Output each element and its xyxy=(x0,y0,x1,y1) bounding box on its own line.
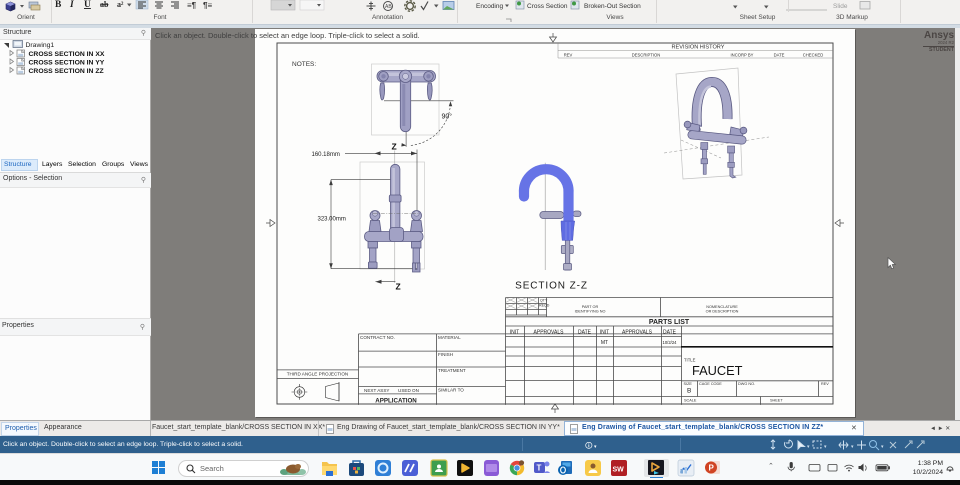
svg-text:INIT: INIT xyxy=(600,330,609,336)
svg-text:SIZE: SIZE xyxy=(684,382,693,386)
svg-text:10/2/24: 10/2/24 xyxy=(663,340,678,345)
svg-text:CROSS SECTION IN YY: CROSS SECTION IN YY xyxy=(29,60,105,67)
svg-text:MATERIAL: MATERIAL xyxy=(438,335,461,340)
svg-text:THIRD ANGLE PROJECTION: THIRD ANGLE PROJECTION xyxy=(287,372,349,377)
svg-text:≡¶: ≡¶ xyxy=(187,1,197,10)
svg-text:CHECKED: CHECKED xyxy=(803,53,823,58)
svg-text:NOTES:: NOTES: xyxy=(292,61,316,68)
svg-text:APPROVALS: APPROVALS xyxy=(622,330,653,336)
svg-text:CONTRACT NO.: CONTRACT NO. xyxy=(360,335,395,340)
svg-text:DESCRIPTION: DESCRIPTION xyxy=(632,53,661,58)
svg-text:QTY: QTY xyxy=(540,299,548,303)
svg-text:323.00mm: 323.00mm xyxy=(318,217,346,223)
svg-text:NEXT ASSY: NEXT ASSY xyxy=(364,388,389,393)
svg-text:PARTS LIST: PARTS LIST xyxy=(649,319,690,326)
svg-text:▾: ▾ xyxy=(851,444,854,450)
svg-text:DATE: DATE xyxy=(578,330,592,336)
svg-text:NOMENCLATURE: NOMENCLATURE xyxy=(706,305,738,309)
svg-text:DWG NO.: DWG NO. xyxy=(738,382,755,386)
svg-text:SHEET: SHEET xyxy=(770,399,783,403)
svg-text:APPLICATION: APPLICATION xyxy=(375,398,417,405)
svg-text:I: I xyxy=(69,0,74,10)
svg-text:T: T xyxy=(537,464,542,473)
svg-text:SW: SW xyxy=(613,467,625,474)
svg-text:APPROVALS: APPROVALS xyxy=(534,330,565,336)
svg-text:▾: ▾ xyxy=(824,444,827,450)
svg-text:DATE: DATE xyxy=(774,53,785,58)
svg-text:TITLE: TITLE xyxy=(684,358,696,363)
svg-text:ab: ab xyxy=(100,0,109,9)
svg-text:MT: MT xyxy=(601,340,608,346)
svg-text:Broken-Out Section: Broken-Out Section xyxy=(584,3,641,10)
svg-text:CROSS SECTION IN ZZ: CROSS SECTION IN ZZ xyxy=(29,68,104,75)
svg-text:P: P xyxy=(709,464,715,473)
svg-text:PART OR: PART OR xyxy=(582,305,599,309)
svg-text:IDENTIFYING NO: IDENTIFYING NO xyxy=(575,310,606,314)
svg-text:INIT: INIT xyxy=(510,330,519,336)
svg-text:SCALE: SCALE xyxy=(684,399,697,403)
svg-text:SIMILAR TO: SIMILAR TO xyxy=(438,388,464,393)
svg-text:▾: ▾ xyxy=(807,444,810,450)
svg-text:▾: ▾ xyxy=(881,444,884,450)
svg-text:90°: 90° xyxy=(442,113,453,121)
svg-text:U: U xyxy=(84,0,91,10)
svg-text:¶≡: ¶≡ xyxy=(203,1,212,10)
svg-text:CAGE CODE: CAGE CODE xyxy=(699,382,722,386)
svg-text:B: B xyxy=(687,388,691,395)
svg-text:INCORP BY: INCORP BY xyxy=(731,53,754,58)
svg-text:USED ON: USED ON xyxy=(398,388,419,393)
svg-text:AB: AB xyxy=(385,4,392,10)
svg-text:B: B xyxy=(55,0,62,10)
svg-text:Encoding: Encoding xyxy=(476,3,503,10)
svg-text:SECTION Z-Z: SECTION Z-Z xyxy=(515,281,588,292)
svg-text:OR DESCRIPTION: OR DESCRIPTION xyxy=(706,310,739,314)
svg-text:REQD: REQD xyxy=(539,304,550,308)
svg-text:160.18mm: 160.18mm xyxy=(312,152,340,158)
svg-text:TREATMENT: TREATMENT xyxy=(438,368,466,373)
svg-text:Z: Z xyxy=(392,142,397,152)
svg-text:CROSS SECTION IN XX: CROSS SECTION IN XX xyxy=(29,51,105,58)
svg-text:DATE: DATE xyxy=(663,330,677,336)
svg-text:REVISION HISTORY: REVISION HISTORY xyxy=(672,45,725,51)
svg-text:Drawing1: Drawing1 xyxy=(26,42,55,49)
svg-text:Z: Z xyxy=(396,282,401,292)
svg-text:Slide: Slide xyxy=(833,3,848,10)
svg-text:FINISH: FINISH xyxy=(438,352,453,357)
svg-text:REV: REV xyxy=(564,53,573,58)
svg-text:REV: REV xyxy=(821,382,829,386)
svg-text:Cross Section: Cross Section xyxy=(527,3,568,10)
svg-text:FAUCET: FAUCET xyxy=(692,363,743,378)
svg-text:a²: a² xyxy=(117,0,124,9)
